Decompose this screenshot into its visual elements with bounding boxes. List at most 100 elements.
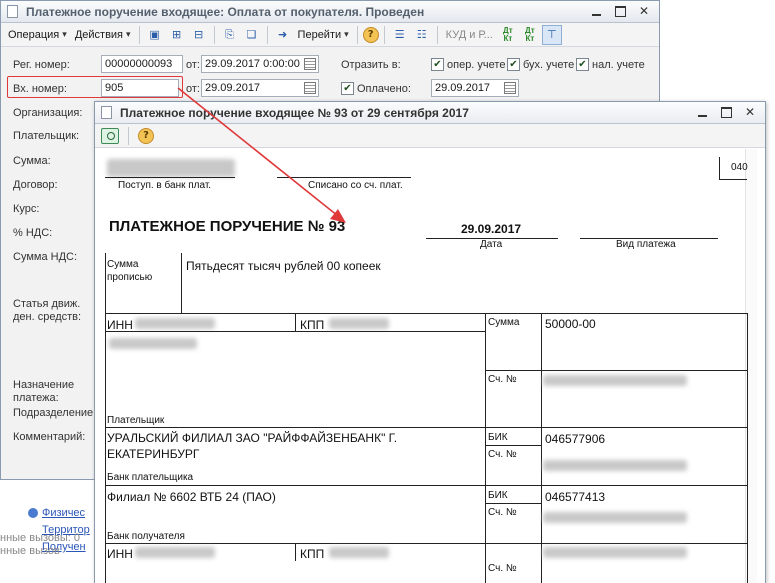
paid-label: Оплачено: <box>357 83 411 95</box>
dt-kt-report-icon[interactable]: Дт Кт <box>520 26 540 43</box>
bik-bottom-line <box>485 445 541 446</box>
payer-bank-caption: Банк плательщика <box>107 472 194 483</box>
toolbar-separator <box>128 126 129 145</box>
paid-checkbox[interactable]: ✔ <box>341 82 354 95</box>
print-form-titlebar: Платежное поручение входящее № 93 от 29 … <box>95 102 765 124</box>
help-icon[interactable]: ? <box>362 26 379 43</box>
recipient-bank-name: Филиал № 6602 ВТБ 24 (ПАО) <box>107 490 276 504</box>
toolbar-separator <box>383 25 385 44</box>
maximize-icon[interactable] <box>719 105 733 119</box>
redacted-payer-name <box>109 338 197 349</box>
redacted-kpp <box>329 318 389 329</box>
copy-document-icon[interactable]: ⎘ <box>220 25 240 45</box>
code-box-left <box>719 157 720 179</box>
reg-date-field[interactable]: 29.09.2017 0:00:00 <box>201 55 319 73</box>
calendar-icon[interactable] <box>304 58 316 70</box>
minimize-icon[interactable] <box>589 4 603 18</box>
oper-checkbox[interactable]: ✔ <box>431 58 444 71</box>
department-label: Подразделение <box>13 407 94 419</box>
payment-order-heading: ПЛАТЕЖНОЕ ПОРУЧЕНИЕ № 93 <box>109 218 346 235</box>
unpost-icon[interactable]: ⊟ <box>189 25 209 45</box>
document-new-icon[interactable]: ❏ <box>242 25 262 45</box>
minimize-icon[interactable] <box>695 105 709 119</box>
buh-checkbox-label: бух. учете <box>523 59 575 71</box>
recipient-bank-caption: Банк получателя <box>107 531 185 542</box>
paid-date-field[interactable]: 29.09.2017 <box>431 79 519 97</box>
buh-checkbox[interactable]: ✔ <box>507 58 520 71</box>
recipient-bank-bottom-line <box>105 543 747 544</box>
date-label: Дата <box>480 239 503 250</box>
calendar-icon[interactable] <box>504 82 516 94</box>
window-controls: ✕ <box>695 105 757 119</box>
payer-label: Плательщик: <box>13 130 80 142</box>
payer-bank-name-2: ЕКАТЕРИНБУРГ <box>107 447 200 461</box>
camera-icon[interactable] <box>101 127 119 144</box>
goto-arrow-icon[interactable]: ➜ <box>273 25 293 45</box>
toolbar-separator <box>266 25 268 44</box>
recipient-inn-label: ИНН <box>107 547 133 561</box>
document-icon <box>7 5 18 18</box>
sum-words-divider <box>181 253 182 313</box>
dt-kt-icon[interactable]: Дт Кт <box>498 26 518 43</box>
purpose-label-2: платежа: <box>13 392 59 404</box>
calls-status-2: нные вызов <box>0 545 60 557</box>
comment-label: Комментарий: <box>13 431 86 443</box>
print-form-window: Платежное поручение входящее № 93 от 29 … <box>94 101 766 583</box>
operation-menu[interactable]: Операция <box>5 25 70 45</box>
oper-checkbox-label: опер. учете <box>447 59 506 71</box>
sum-label: Сумма: <box>13 155 51 167</box>
reg-number-field[interactable]: 00000000093 <box>101 55 183 73</box>
payer-bik-value: 046577906 <box>545 432 606 446</box>
maximize-icon[interactable] <box>613 4 627 18</box>
main-toolbar: Операция Действия ▣ ⊞ ⊟ ⎘ ❏ ➜ Перейти ? … <box>1 23 659 47</box>
actions-menu[interactable]: Действия <box>72 25 134 45</box>
recipient-inn-kpp-divider <box>295 543 296 561</box>
redacted-inn <box>135 318 215 329</box>
incoming-date-label: от: <box>186 83 200 95</box>
goto-menu[interactable]: Перейти <box>295 25 352 45</box>
post-icon[interactable]: ⊞ <box>167 25 187 45</box>
debited-label: Списано со сч. плат. <box>308 180 403 191</box>
inn-kpp-divider <box>295 313 296 331</box>
toolbar-separator <box>436 25 438 44</box>
payer-bank-name-1: УРАЛЬСКИЙ ФИЛИАЛ ЗАО "РАЙФФАЙЗЕНБАНК" Г. <box>107 431 398 445</box>
incoming-date-field[interactable]: 29.09.2017 <box>201 79 319 97</box>
payer-caption: Плательщик <box>107 415 165 426</box>
sum-words-label-2: прописью <box>107 272 153 283</box>
payer-inn-label: ИНН <box>107 318 133 332</box>
sum-in-words: Пятьдесят тысяч рублей 00 копеек <box>186 259 381 273</box>
calls-status-1: нные вызовы: 0 <box>0 532 80 544</box>
save-icon[interactable]: ▣ <box>145 25 165 45</box>
form-right-border <box>747 313 748 583</box>
list-check-icon[interactable]: ☷ <box>412 25 432 45</box>
form-code: 040 <box>731 162 748 173</box>
recipient-bik-value: 046577413 <box>545 490 606 504</box>
close-icon[interactable]: ✕ <box>637 4 651 18</box>
structure-icon[interactable]: ☰ <box>390 25 410 45</box>
close-icon[interactable]: ✕ <box>743 105 757 119</box>
calendar-icon[interactable] <box>304 82 316 94</box>
purpose-label-1: Назначение <box>13 379 75 391</box>
paid-date-value: 29.09.2017 <box>435 82 491 94</box>
redacted-box <box>107 159 235 177</box>
nal-checkbox[interactable]: ✔ <box>576 58 589 71</box>
code-box-bottom <box>719 179 747 180</box>
received-line <box>105 177 235 178</box>
sum-bottom-line <box>485 370 747 371</box>
payer-account-label: Сч. № <box>488 374 517 385</box>
redacted-recipient-bank-account <box>543 512 687 523</box>
individuals-link[interactable]: Физичес <box>28 507 85 519</box>
kudir-button[interactable]: КУД и Р... <box>443 29 496 41</box>
help-icon[interactable]: ? <box>138 127 154 144</box>
incoming-number-highlight <box>7 76 183 98</box>
toolbar-separator <box>356 25 358 44</box>
toolbar-separator <box>138 25 140 44</box>
document-icon <box>101 106 112 119</box>
postings-tree-icon[interactable]: ⊤ <box>541 24 562 45</box>
payer-bank-account-label: Сч. № <box>488 449 517 460</box>
payer-kpp-label: КПП <box>300 318 325 332</box>
redacted-recipient-inn <box>135 547 215 558</box>
received-label: Поступ. в банк плат. <box>118 180 212 191</box>
nal-checkbox-label: нал. учете <box>592 59 645 71</box>
recipient-bik-bottom-line <box>485 503 541 504</box>
